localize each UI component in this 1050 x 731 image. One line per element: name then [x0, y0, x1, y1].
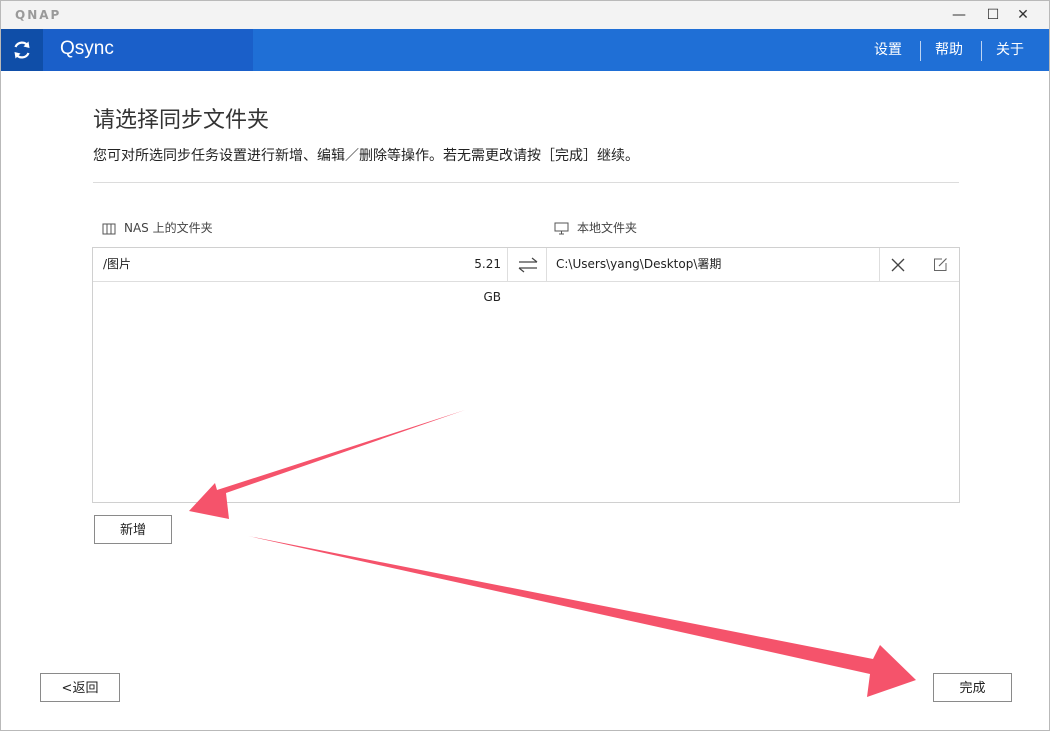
sync-pair-table: /图片 5.21 GB C:\Users\yang\Desktop\署期 [92, 247, 960, 503]
nas-folder: /图片 [103, 257, 132, 271]
edit-button[interactable] [923, 248, 957, 281]
back-button[interactable]: <返回 [40, 673, 120, 702]
menu-about[interactable]: 关于 [996, 29, 1024, 71]
cell-separator [879, 248, 880, 281]
app-header: Qsync 设置 帮助 关于 [1, 29, 1049, 71]
divider [93, 182, 959, 183]
sync-direction-icon [518, 257, 537, 272]
cell-separator [507, 248, 508, 281]
menu-settings[interactable]: 设置 [874, 29, 902, 71]
maximize-button[interactable]: ☐ [979, 5, 1007, 25]
edit-icon [933, 258, 947, 271]
nas-column-label: NAS 上的文件夹 [124, 221, 213, 235]
delete-icon [891, 258, 905, 271]
menu-separator [981, 41, 982, 61]
close-button[interactable]: ✕ [1009, 5, 1037, 25]
page-description: 您可对所选同步任务设置进行新增、编辑／删除等操作。若无需更改请按［完成］继续。 [93, 148, 639, 164]
delete-button[interactable] [881, 248, 915, 281]
folder-size: 5.21 GB [474, 257, 501, 304]
app-title: Qsync [60, 38, 114, 59]
done-button[interactable]: 完成 [933, 673, 1012, 702]
minimize-button[interactable]: — [945, 5, 973, 25]
nas-icon [102, 223, 116, 234]
menu-separator [920, 41, 921, 61]
cell-separator [546, 248, 547, 281]
page-title: 请选择同步文件夹 [93, 108, 270, 133]
sync-direction [509, 248, 546, 281]
local-folder: C:\Users\yang\Desktop\署期 [556, 257, 722, 271]
nas-column-header: NAS 上的文件夹 [102, 219, 213, 236]
sync-icon [14, 41, 30, 59]
add-button[interactable]: 新增 [94, 515, 172, 544]
monitor-icon [554, 222, 569, 235]
sync-button[interactable] [1, 29, 43, 71]
menu-help[interactable]: 帮助 [935, 29, 963, 71]
local-column-label: 本地文件夹 [577, 221, 638, 235]
brand-logo: QNAP [15, 8, 62, 22]
local-column-header: 本地文件夹 [554, 219, 637, 236]
table-row[interactable]: /图片 5.21 GB C:\Users\yang\Desktop\署期 [93, 248, 959, 304]
title-bar: QNAP — ☐ ✕ [1, 1, 1049, 29]
qsync-window: QNAP — ☐ ✕ Qsync 设置 帮助 关于 请选择同步文件夹 您可对所选… [0, 0, 1050, 731]
